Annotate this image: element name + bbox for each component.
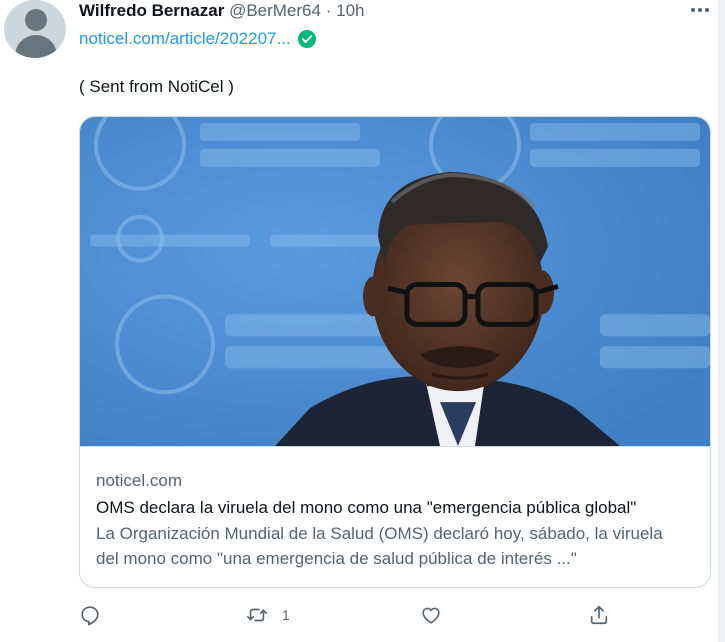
tweet-text: ( Sent from NotiCel ) xyxy=(79,77,234,96)
avatar-body-shape xyxy=(15,35,57,58)
card-body: noticel.com OMS declara la viruela del m… xyxy=(96,469,696,571)
share-button[interactable] xyxy=(588,603,610,627)
reply-button[interactable] xyxy=(79,603,101,627)
action-bar: 1 xyxy=(0,603,718,627)
tweet[interactable]: Wilfredo Bernazar @BerMer64 · 10h notice… xyxy=(0,0,718,642)
separator-dot: · xyxy=(325,1,332,20)
like-button[interactable] xyxy=(420,603,442,627)
timeline-edge xyxy=(718,0,725,642)
author-handle[interactable]: @BerMer64 xyxy=(229,1,321,20)
retweet-icon xyxy=(247,608,267,622)
card-domain: noticel.com xyxy=(96,471,182,490)
tweet-link-row: noticel.com/article/202207... xyxy=(79,28,317,50)
tweet-header: Wilfredo Bernazar @BerMer64 · 10h xyxy=(79,0,364,22)
tweet-link[interactable]: noticel.com/article/202207... xyxy=(79,28,291,50)
card-description: La Organización Mundial de la Salud (OMS… xyxy=(96,524,663,568)
more-options-icon[interactable] xyxy=(688,0,712,20)
avatar[interactable] xyxy=(4,0,66,58)
card-image[interactable] xyxy=(80,117,710,447)
avatar-head-shape xyxy=(25,9,47,31)
retweet-count: 1 xyxy=(282,607,290,623)
like-icon xyxy=(422,607,440,624)
author-name[interactable]: Wilfredo Bernazar xyxy=(79,1,224,20)
link-card[interactable]: noticel.com OMS declara la viruela del m… xyxy=(79,116,711,588)
retweet-button[interactable]: 1 xyxy=(246,603,290,627)
reply-icon xyxy=(81,606,99,626)
verified-check-icon xyxy=(297,30,316,48)
card-title: OMS declara la viruela del mono como una… xyxy=(96,498,637,517)
share-icon xyxy=(590,605,608,625)
tweet-timestamp[interactable]: 10h xyxy=(336,1,364,20)
